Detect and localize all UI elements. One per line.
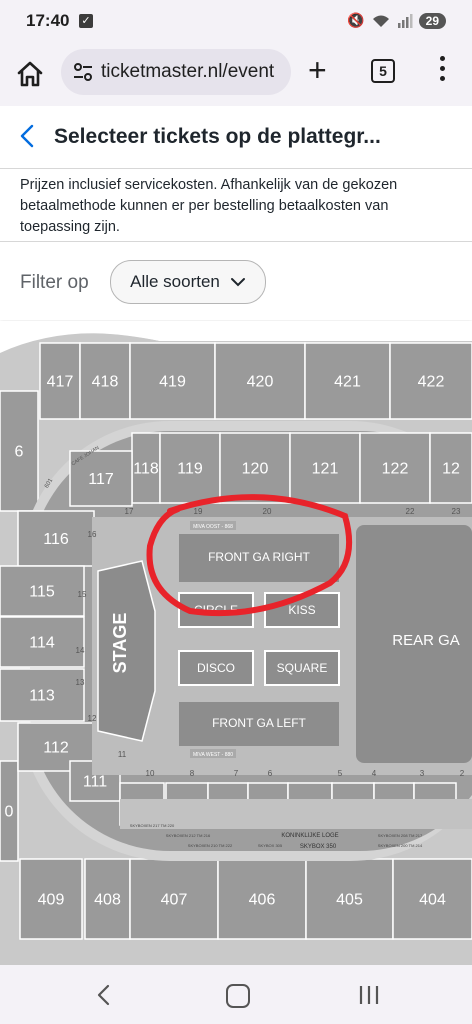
kiss-label: KISS <box>288 603 315 617</box>
section-edge-6-label: 6 <box>15 444 24 461</box>
section-408-label: 408 <box>94 892 121 909</box>
section-117-label: 117 <box>88 471 114 488</box>
skybox-left-mid-label: SKYBOXEN 212 TM 216 <box>166 833 211 838</box>
section-111-label: 111 <box>83 774 107 791</box>
battery-indicator: 29 <box>418 12 446 29</box>
url-text: ticketmaster.nl/event <box>101 61 275 82</box>
front-ga-left-label: FRONT GA LEFT <box>212 716 306 730</box>
nav-back-icon[interactable] <box>93 983 115 1007</box>
site-settings-icon[interactable] <box>71 60 95 84</box>
price-info-box: Prijzen inclusief servicekosten. Afhanke… <box>0 169 472 242</box>
row-number-left-11: 11 <box>118 750 127 759</box>
section-121-lower-label: 121 <box>312 461 339 478</box>
section-404-label: 404 <box>419 892 446 909</box>
section-407-label: 407 <box>161 892 188 909</box>
row-number-top-20: 20 <box>263 507 272 516</box>
new-tab-icon[interactable]: + <box>308 54 327 86</box>
section-420-label: 420 <box>247 374 274 391</box>
rear-ga-label: REAR GA <box>392 632 460 649</box>
filter-bar: Filter op Alle soorten <box>0 242 472 320</box>
row-number-left-14: 14 <box>76 646 85 655</box>
status-icons: 🔇 29 <box>347 12 446 29</box>
section-119-lower-label: 119 <box>177 461 203 478</box>
nav-home-icon[interactable] <box>226 984 250 1008</box>
seat-map[interactable]: 417 418 419 420 421 422 6 409 408 407 406 405 404 0 … <box>0 321 472 965</box>
tab-switcher-button[interactable]: 5 <box>371 59 395 83</box>
section-114-label: 114 <box>29 635 55 652</box>
row-number-left-16: 16 <box>88 530 97 539</box>
row-number-top-19: 19 <box>194 507 203 516</box>
row-number-bottom-4: 4 <box>372 769 377 778</box>
skybox-left-top-label: SKYBOXEN 217 TM 220 <box>130 823 175 828</box>
status-bar: 17:40 ✓ 🔇 29 <box>0 0 472 44</box>
system-nav-bar <box>0 965 472 1024</box>
row-number-bottom-2: 2 <box>460 769 465 778</box>
section-115-label: 115 <box>29 584 55 601</box>
row-number-bottom-3: 3 <box>420 769 425 778</box>
row-number-top-22: 22 <box>406 507 415 516</box>
signal-icon <box>397 13 413 28</box>
row-number-bottom-6: 6 <box>268 769 273 778</box>
section-417-label: 417 <box>47 374 74 391</box>
skybox-left-bot-label: SKYBOXEN 210 TM 222 <box>188 843 233 848</box>
row-number-left-12: 12 <box>88 714 97 723</box>
wifi-icon <box>372 15 389 27</box>
mute-icon: 🔇 <box>347 12 365 28</box>
section-419-label: 419 <box>159 374 186 391</box>
address-bar[interactable]: ticketmaster.nl/event <box>61 49 291 95</box>
square-label: SQUARE <box>277 661 328 675</box>
front-ga-right-label: FRONT GA RIGHT <box>208 550 310 564</box>
koninklijke-loge-label: KONINKLIJKE LOGE <box>281 833 338 839</box>
price-info-text: Prijzen inclusief servicekosten. Afhanke… <box>20 177 398 235</box>
section-422-label: 422 <box>418 374 445 391</box>
skybox-small-label: SKYBOX 305 <box>258 843 283 848</box>
more-menu-icon[interactable] <box>432 56 452 84</box>
browser-toolbar: ticketmaster.nl/event + 5 <box>0 44 472 106</box>
nav-recents-icon[interactable] <box>356 984 382 1006</box>
stage-label: STAGE <box>110 613 130 674</box>
chevron-down-icon <box>230 278 245 287</box>
notification-check-icon: ✓ <box>79 14 93 28</box>
section-405-label: 405 <box>336 892 363 909</box>
page-title: Selecteer tickets op de plattegr... <box>54 125 381 148</box>
section-418-label: 418 <box>92 374 119 391</box>
section-409-label: 409 <box>38 892 65 909</box>
row-number-top-23: 23 <box>452 507 461 516</box>
row-number-left-15: 15 <box>78 590 87 599</box>
skybox-right-top-label: SKYBOXEN 208 TM 217 <box>378 833 423 838</box>
section-112-label: 112 <box>43 740 69 757</box>
section-12-lower-label: 12 <box>442 461 460 478</box>
filter-label: Filter op <box>20 272 89 293</box>
miva-oost-label: MIVA OOST - 868 <box>193 524 233 530</box>
section-120-lower-label: 120 <box>242 461 269 478</box>
section-116-label: 116 <box>43 531 69 548</box>
row-number-left-13: 13 <box>76 678 85 687</box>
home-icon[interactable] <box>14 58 46 90</box>
section-118-lower-label: 118 <box>133 461 159 478</box>
ticket-type-filter-button[interactable]: Alle soorten <box>110 260 266 304</box>
row-number-bottom-8: 8 <box>190 769 195 778</box>
section-edge-0-label: 0 <box>5 804 14 821</box>
section-113-label: 113 <box>29 688 55 705</box>
filter-selected-value: Alle soorten <box>130 272 220 291</box>
seat-map-canvas[interactable]: 417 418 419 420 421 4226 409 408 407 406 405 4040 … <box>0 321 472 965</box>
row-number-top-17: 17 <box>125 507 134 516</box>
skybox-right-bot-label: SKYBOXEN 200 TM 214 <box>378 843 423 848</box>
skybox-350-label: SKYBOX 350 <box>300 844 337 850</box>
row-number-bottom-10: 10 <box>146 769 155 778</box>
row-number-bottom-7: 7 <box>234 769 239 778</box>
section-421-label: 421 <box>334 374 361 391</box>
section-122-lower-label: 122 <box>382 461 409 478</box>
miva-west-label: MIVA WEST - 880 <box>193 752 233 758</box>
row-number-bottom-5: 5 <box>338 769 343 778</box>
section-406-label: 406 <box>249 892 276 909</box>
disco-label: DISCO <box>197 661 235 675</box>
page-header: Selecteer tickets op de plattegr... <box>0 106 472 169</box>
back-arrow-icon[interactable] <box>16 123 40 149</box>
status-time: 17:40 <box>26 11 70 30</box>
